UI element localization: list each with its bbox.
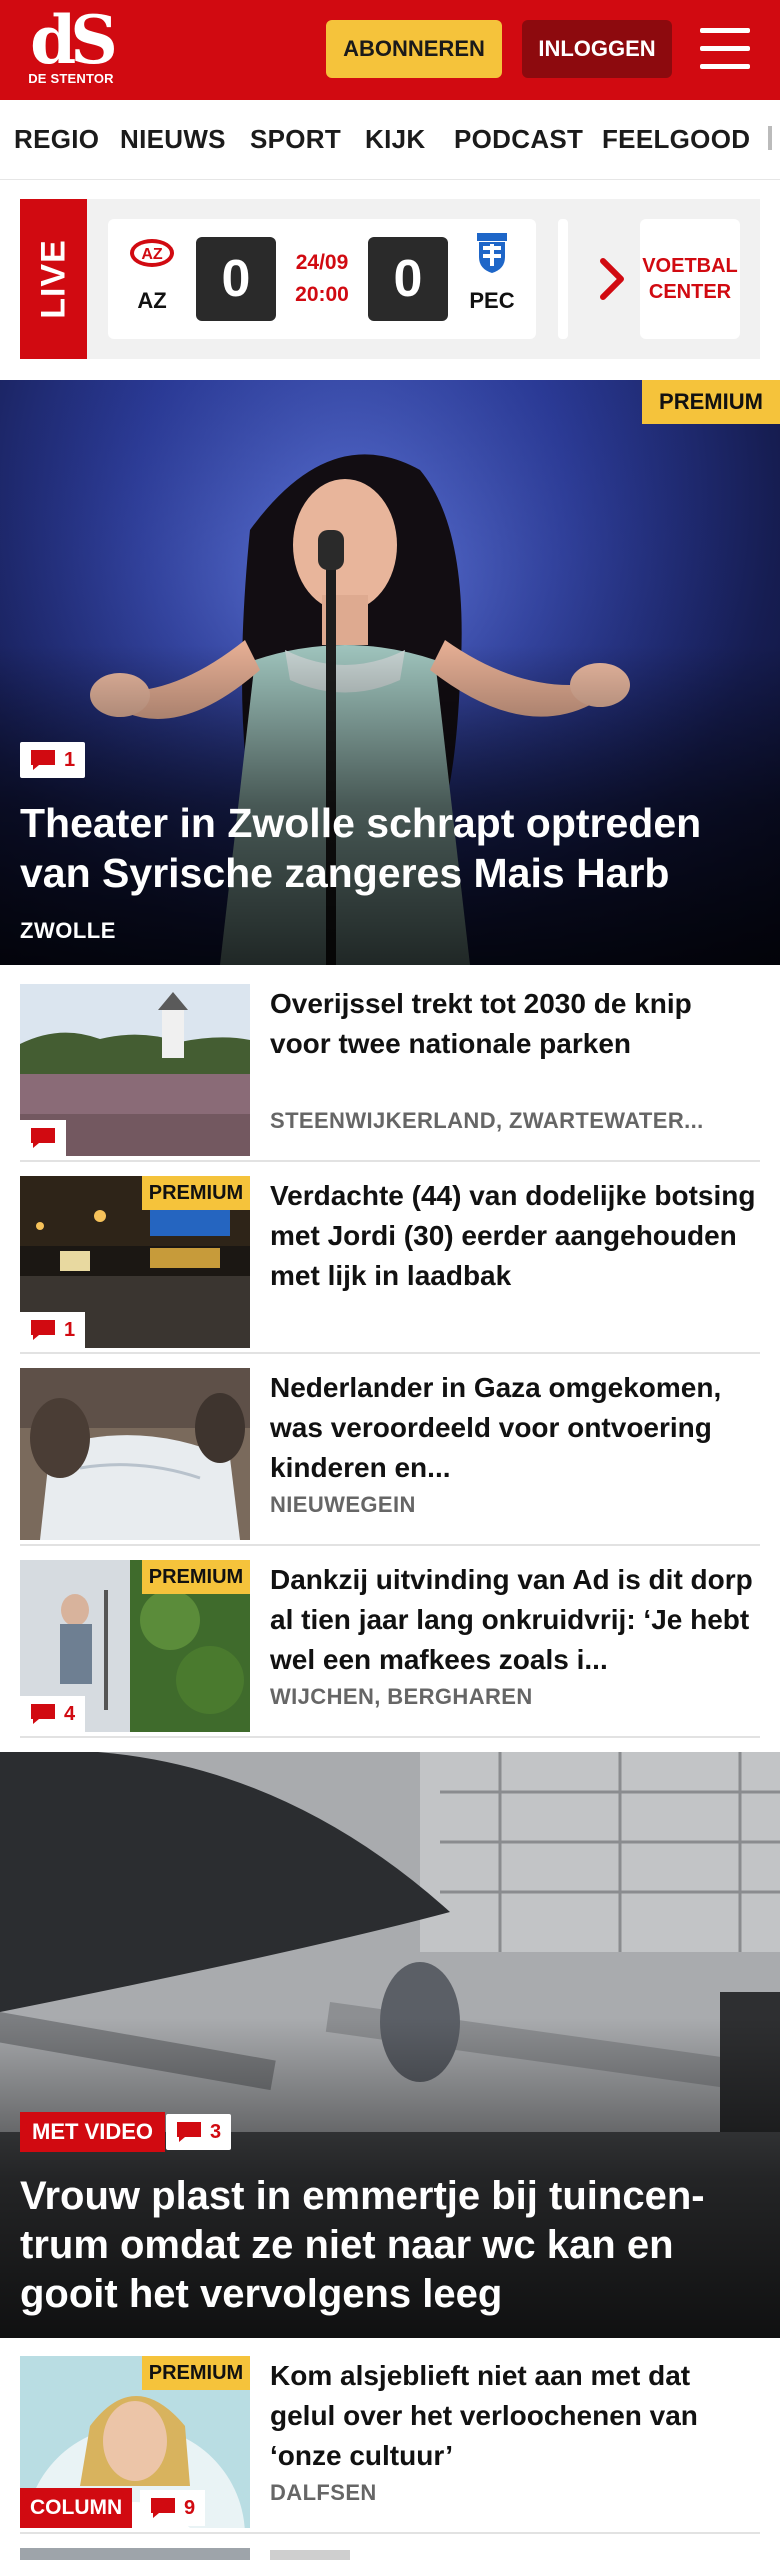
home-team: AZ AZ bbox=[120, 233, 184, 314]
comment-count-badge[interactable] bbox=[20, 1120, 66, 1156]
login-button[interactable]: INLOGGEN bbox=[522, 20, 672, 78]
voetbal-center-link[interactable]: VOETBAL CENTER bbox=[640, 219, 740, 339]
nav-item-podcast[interactable]: PODCAST bbox=[454, 124, 583, 155]
article-thumbnail: PREMIUM COLUMN 9 bbox=[20, 2356, 250, 2528]
video-hero-article[interactable]: MET VIDEO 3 Vrouw plast in emmertje bij … bbox=[0, 1752, 780, 2338]
article-item[interactable]: PREMIUM 4 Dankzij uitvinding van Ad is d… bbox=[20, 1546, 760, 1738]
chevron-right-icon[interactable] bbox=[598, 257, 626, 301]
comment-icon bbox=[31, 1128, 55, 1148]
match-time: 20:00 bbox=[295, 283, 349, 306]
article-location-tag: WIJCHEN, BERGHAREN bbox=[270, 1684, 533, 1709]
site-logo[interactable]: dS DE STENTOR bbox=[28, 1, 118, 90]
strip-divider bbox=[558, 219, 568, 339]
comment-icon bbox=[31, 750, 55, 770]
comment-icon bbox=[31, 1320, 55, 1340]
live-scores-strip: LIVE AZ AZ 0 24/09 20:00 0 PEC VOETBAL C… bbox=[20, 199, 760, 359]
comment-icon bbox=[151, 2498, 175, 2518]
nav-item-nieuws[interactable]: NIEUWS bbox=[120, 124, 226, 155]
premium-badge: PREMIUM bbox=[142, 2356, 250, 2390]
home-team-name: AZ bbox=[137, 288, 167, 313]
comment-count-badge[interactable]: 4 bbox=[20, 1696, 86, 1732]
subscribe-button[interactable]: ABONNEREN bbox=[326, 20, 502, 78]
hero-location-tag: ZWOLLE bbox=[20, 918, 116, 943]
gaza-photo bbox=[20, 1368, 250, 1540]
az-crest-icon: AZ bbox=[130, 239, 174, 267]
nav-overflow-indicator bbox=[768, 126, 772, 150]
premium-badge: PREMIUM bbox=[142, 1176, 250, 1210]
comment-icon bbox=[31, 1704, 55, 1724]
match-card[interactable]: AZ AZ 0 24/09 20:00 0 PEC bbox=[108, 219, 536, 339]
site-header: dS DE STENTOR ABONNEREN INLOGGEN bbox=[0, 0, 780, 100]
nav-item-kijk[interactable]: KIJK bbox=[365, 124, 425, 155]
comment-count: 9 bbox=[184, 2496, 196, 2519]
pec-crest-icon bbox=[477, 233, 507, 273]
article-item[interactable]: PREMIUM 1 Verdachte (44) van dodelijke b… bbox=[20, 1162, 760, 1354]
away-team-name: PEC bbox=[469, 288, 515, 313]
nav-item-regio[interactable]: REGIO bbox=[14, 124, 99, 155]
comment-count: 4 bbox=[64, 1702, 76, 1725]
live-label: LIVE bbox=[34, 239, 72, 319]
nav-item-feelgood[interactable]: FEELGOOD bbox=[602, 124, 750, 155]
premium-badge: PREMIUM bbox=[142, 1560, 250, 1594]
article-location-tag: STEENWIJKERLAND, ZWARTEWATER... bbox=[270, 1108, 704, 1133]
article-location-tag: DALFSEN bbox=[270, 2480, 377, 2505]
next-article-title-stub bbox=[270, 2550, 350, 2560]
nav-item-sport[interactable]: SPORT bbox=[250, 124, 341, 155]
logo-text: DE STENTOR bbox=[28, 71, 114, 86]
svg-text:AZ: AZ bbox=[141, 246, 163, 263]
article-thumbnail: PREMIUM 4 bbox=[20, 1560, 250, 1732]
logo-mark: dS bbox=[30, 1, 118, 79]
comment-count: 3 bbox=[210, 2120, 222, 2143]
article-title[interactable]: Overijssel trekt tot 2030 de knip voor t… bbox=[270, 984, 760, 1064]
main-nav: REGIO NIEUWS SPORT KIJK PODCAST FEELGOOD bbox=[0, 100, 780, 180]
kickoff-time: 24/09 20:00 bbox=[280, 247, 364, 311]
comment-count-badge[interactable]: 1 bbox=[20, 742, 86, 778]
article-title[interactable]: Dankzij uitvinding van Ad is dit dorp al… bbox=[270, 1560, 760, 1680]
next-article-thumbnail bbox=[20, 2548, 250, 2560]
live-badge: LIVE bbox=[20, 199, 87, 359]
article-thumbnail: PREMIUM 1 bbox=[20, 1176, 250, 1348]
article-title[interactable]: Nederlander in Gaza omgekomen, was veroo… bbox=[270, 1368, 760, 1488]
article-item[interactable]: Nederlander in Gaza omgekomen, was veroo… bbox=[20, 1354, 760, 1546]
article-item[interactable]: PREMIUM COLUMN 9 Kom alsjeblieft niet aa… bbox=[20, 2342, 760, 2534]
article-title[interactable]: Verdachte (44) van dodelijke botsing met… bbox=[270, 1176, 760, 1296]
article-location-tag: NIEUWEGEIN bbox=[270, 1492, 416, 1517]
away-score: 0 bbox=[368, 237, 448, 321]
voetbal-center-line1: VOETBAL bbox=[642, 255, 738, 277]
hero-title[interactable]: Vrouw plast in emmertje bij tuincen-trum… bbox=[20, 2172, 760, 2319]
column-badge: COLUMN bbox=[20, 2488, 133, 2528]
comment-count-badge[interactable]: 1 bbox=[20, 1312, 86, 1348]
premium-badge: PREMIUM bbox=[642, 380, 780, 424]
comment-count: 1 bbox=[64, 748, 76, 771]
away-team: PEC bbox=[460, 233, 524, 314]
article-thumbnail bbox=[20, 1368, 250, 1540]
video-badge: MET VIDEO bbox=[20, 2112, 166, 2152]
article-thumbnail bbox=[20, 984, 250, 1156]
comment-count: 1 bbox=[64, 1318, 76, 1341]
home-score: 0 bbox=[196, 237, 276, 321]
comment-count-badge[interactable]: 3 bbox=[166, 2114, 232, 2150]
article-item[interactable]: Overijssel trekt tot 2030 de knip voor t… bbox=[20, 970, 760, 1162]
hero-article[interactable]: PREMIUM 1 Theater in Zwolle schrapt optr… bbox=[0, 380, 780, 965]
match-date: 24/09 bbox=[295, 251, 349, 274]
hamburger-icon[interactable] bbox=[700, 26, 752, 72]
article-title[interactable]: Kom alsjeblieft niet aan met dat gelul o… bbox=[270, 2356, 760, 2476]
hero-title[interactable]: Theater in Zwolle schrapt optreden van S… bbox=[20, 798, 760, 898]
voetbal-center-line2: CENTER bbox=[648, 281, 732, 303]
comment-icon bbox=[177, 2122, 201, 2142]
comment-count-badge[interactable]: 9 bbox=[140, 2490, 206, 2526]
